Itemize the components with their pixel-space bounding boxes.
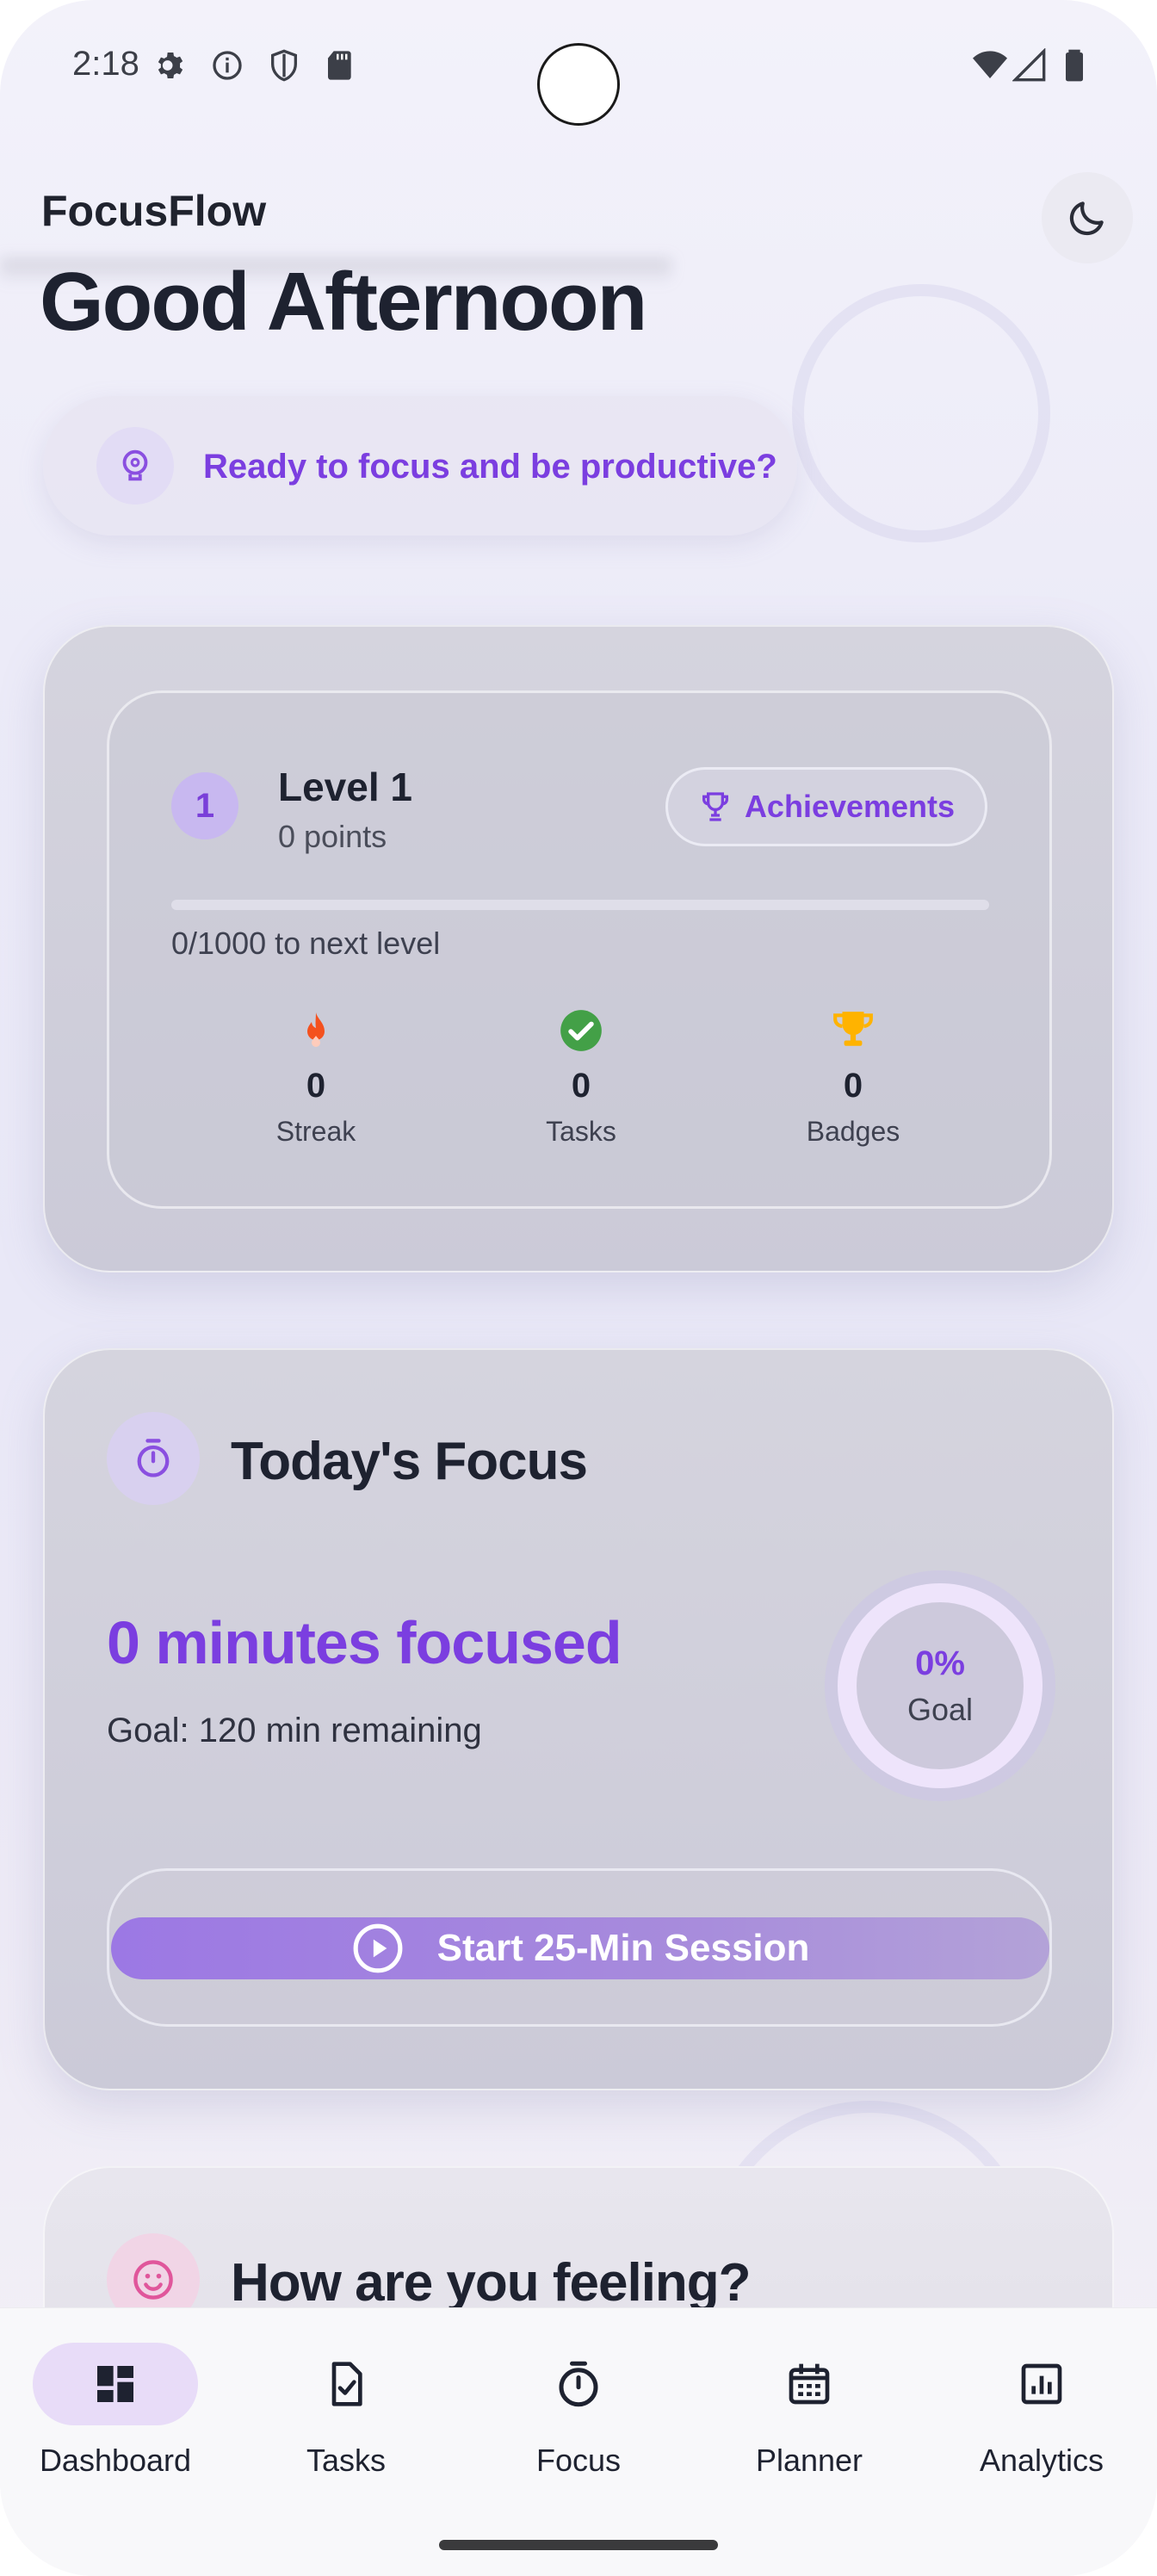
nav-item-analytics[interactable]: Analytics — [938, 2343, 1145, 2479]
level-badge: 1 — [171, 772, 238, 839]
level-progress-bar — [171, 900, 989, 910]
brain-bulb-icon — [96, 427, 174, 505]
app-screen: 2:18 FocusFlow Good Afternoon Ready to f… — [0, 0, 1157, 2576]
bottom-navigation: Dashboard Tasks Focus Planner Analytics — [0, 2307, 1157, 2576]
nav-label: Dashboard — [39, 2443, 192, 2478]
level-progress-text: 0/1000 to next level — [171, 926, 441, 961]
trophy-icon — [833, 1012, 873, 1046]
level-card: 1 Level 1 0 points Achievements 0/1000 t… — [43, 625, 1114, 1273]
motto-text: Ready to focus and be productive? — [203, 448, 777, 486]
info-icon — [213, 51, 242, 80]
streak-value: 0 — [306, 1067, 326, 1105]
nav-item-planner[interactable]: Planner — [706, 2343, 913, 2479]
badges-stat: 0 Badges — [767, 1008, 939, 1148]
check-circle-icon — [560, 1010, 602, 1051]
timer-icon — [559, 2361, 598, 2407]
signal-icon — [1012, 48, 1046, 82]
background-decoration — [792, 284, 1050, 542]
front-camera — [537, 43, 620, 126]
moon-icon — [1069, 201, 1104, 236]
achievements-button[interactable]: Achievements — [665, 767, 987, 846]
level-inner-card: 1 Level 1 0 points Achievements 0/1000 t… — [107, 690, 1052, 1209]
status-time: 2:18 — [72, 45, 139, 83]
session-button-container: Start 25-Min Session — [107, 1868, 1052, 2027]
home-indicator[interactable] — [439, 2540, 718, 2550]
sd-card-icon — [328, 51, 351, 80]
badges-value: 0 — [843, 1067, 863, 1105]
tasks-stat: 0 Tasks — [495, 1008, 667, 1148]
analytics-icon — [1021, 2363, 1062, 2405]
goal-progress-ring: 0% Goal — [825, 1570, 1055, 1801]
tasks-label: Tasks — [546, 1116, 616, 1147]
task-check-icon — [331, 2362, 362, 2406]
badges-label: Badges — [806, 1116, 900, 1147]
nav-label: Focus — [535, 2443, 622, 2478]
todays-focus-card: Today's Focus 0 minutes focused Goal: 12… — [43, 1348, 1114, 2090]
start-session-label: Start 25-Min Session — [436, 1927, 810, 1969]
nav-item-dashboard[interactable]: Dashboard — [12, 2343, 219, 2479]
goal-percent: 0% — [915, 1644, 965, 1682]
nav-item-focus[interactable]: Focus — [475, 2343, 682, 2479]
shield-icon — [271, 49, 297, 82]
focus-minutes-text: 0 minutes focused — [107, 1609, 622, 1676]
focus-title: Today's Focus — [231, 1432, 588, 1491]
goal-ring-label: Goal — [906, 1691, 974, 1727]
start-session-button[interactable]: Start 25-Min Session — [111, 1917, 1049, 1979]
level-points: 0 points — [278, 819, 387, 854]
calendar-icon — [789, 2363, 830, 2405]
mood-title: How are you feeling? — [231, 2253, 752, 2313]
app-title: FocusFlow — [41, 187, 267, 235]
streak-label: Streak — [275, 1116, 356, 1147]
gear-icon — [158, 53, 183, 78]
streak-stat: 0 Streak — [230, 1008, 402, 1148]
dashboard-icon — [97, 2366, 133, 2402]
nav-label: Planner — [755, 2443, 863, 2478]
nav-item-tasks[interactable]: Tasks — [243, 2343, 449, 2479]
fire-icon — [307, 1012, 325, 1047]
battery-icon — [1066, 49, 1083, 82]
level-title: Level 1 — [278, 765, 412, 809]
trophy-icon — [702, 792, 728, 821]
status-bar: 2:18 — [0, 0, 1157, 138]
nav-label: Analytics — [979, 2443, 1104, 2478]
timer-icon — [107, 1412, 200, 1505]
tasks-value: 0 — [571, 1067, 591, 1105]
theme-toggle-button[interactable] — [1042, 172, 1133, 263]
nav-label: Tasks — [306, 2443, 387, 2478]
greeting-heading: Good Afternoon — [40, 256, 647, 348]
motto-banner: Ready to focus and be productive? — [43, 396, 797, 536]
play-circle-icon — [353, 1923, 403, 1973]
achievements-label: Achievements — [744, 789, 956, 824]
wifi-icon — [973, 51, 1007, 78]
focus-goal-text: Goal: 120 min remaining — [107, 1712, 482, 1749]
